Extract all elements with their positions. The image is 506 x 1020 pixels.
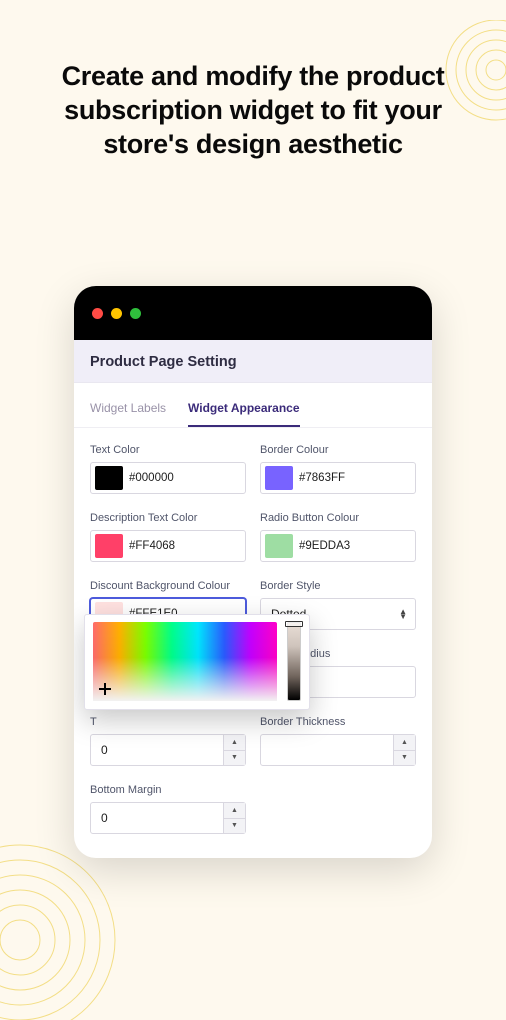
- value-border-colour: #7863FF: [299, 472, 415, 484]
- value-top-margin: 0: [101, 743, 108, 757]
- label-border-style: Border Style: [260, 580, 416, 592]
- field-top-margin: T 0 ▲ ▼: [90, 716, 246, 766]
- field-border-colour: Border Colour #7863FF: [260, 444, 416, 494]
- stepper-up-icon[interactable]: ▲: [394, 735, 415, 751]
- label-radio-button-colour: Radio Button Colour: [260, 512, 416, 524]
- color-picker-popover[interactable]: [84, 614, 310, 710]
- field-bottom-margin: Bottom Margin 0 ▲ ▼: [90, 784, 246, 834]
- value-text-color: #000000: [129, 472, 245, 484]
- tab-widget-appearance[interactable]: Widget Appearance: [188, 401, 299, 427]
- tab-widget-labels[interactable]: Widget Labels: [90, 401, 166, 427]
- swatch-description-text-color[interactable]: [95, 534, 123, 558]
- label-border-thickness: Border Thickness: [260, 716, 416, 728]
- page-headline: Create and modify the product subscripti…: [43, 60, 463, 161]
- field-description-text-color: Description Text Color #FF4068: [90, 512, 246, 562]
- stepper-down-icon[interactable]: ▼: [394, 751, 415, 766]
- stepper-bottom-margin[interactable]: ▲ ▼: [223, 803, 245, 833]
- color-picker-luminance-slider[interactable]: [287, 622, 301, 701]
- tab-bar: Widget Labels Widget Appearance: [74, 383, 432, 428]
- stepper-border-thickness[interactable]: ▲ ▼: [393, 735, 415, 765]
- window-minimize-button[interactable]: [111, 308, 122, 319]
- field-text-color: Text Color #000000: [90, 444, 246, 494]
- input-description-text-color[interactable]: #FF4068: [90, 530, 246, 562]
- field-radio-button-colour: Radio Button Colour #9EDDA3: [260, 512, 416, 562]
- input-top-margin[interactable]: 0 ▲ ▼: [90, 734, 246, 766]
- stepper-down-icon[interactable]: ▼: [224, 751, 245, 766]
- window-titlebar: [74, 286, 432, 340]
- window-close-button[interactable]: [92, 308, 103, 319]
- swatch-radio-button-colour[interactable]: [265, 534, 293, 558]
- input-border-thickness[interactable]: ▲ ▼: [260, 734, 416, 766]
- input-text-color[interactable]: #000000: [90, 462, 246, 494]
- window-maximize-button[interactable]: [130, 308, 141, 319]
- color-picker-cursor-icon: [99, 683, 111, 695]
- input-bottom-margin[interactable]: 0 ▲ ▼: [90, 802, 246, 834]
- appearance-form: Text Color #000000 Border Colour #7863FF…: [74, 428, 432, 858]
- select-chevrons-icon: ▲▼: [399, 609, 407, 619]
- label-bottom-margin: Bottom Margin: [90, 784, 246, 796]
- value-description-text-color: #FF4068: [129, 540, 245, 552]
- value-radio-button-colour: #9EDDA3: [299, 540, 415, 552]
- swatch-border-colour[interactable]: [265, 466, 293, 490]
- value-bottom-margin: 0: [101, 811, 108, 825]
- label-description-text-color: Description Text Color: [90, 512, 246, 524]
- stepper-up-icon[interactable]: ▲: [224, 803, 245, 819]
- label-border-colour: Border Colour: [260, 444, 416, 456]
- field-border-thickness: Border Thickness ▲ ▼: [260, 716, 416, 766]
- label-text-color: Text Color: [90, 444, 246, 456]
- stepper-down-icon[interactable]: ▼: [224, 819, 245, 834]
- app-window: Product Page Setting Widget Labels Widge…: [74, 286, 432, 858]
- stepper-up-icon[interactable]: ▲: [224, 735, 245, 751]
- swatch-text-color[interactable]: [95, 466, 123, 490]
- input-border-colour[interactable]: #7863FF: [260, 462, 416, 494]
- stepper-top-margin[interactable]: ▲ ▼: [223, 735, 245, 765]
- label-top-margin: T: [90, 716, 246, 728]
- input-radio-button-colour[interactable]: #9EDDA3: [260, 530, 416, 562]
- color-picker-spectrum[interactable]: [93, 622, 277, 701]
- color-picker-luminance-handle[interactable]: [285, 621, 303, 627]
- page-title: Product Page Setting: [74, 340, 432, 383]
- label-discount-background-colour: Discount Background Colour: [90, 580, 246, 592]
